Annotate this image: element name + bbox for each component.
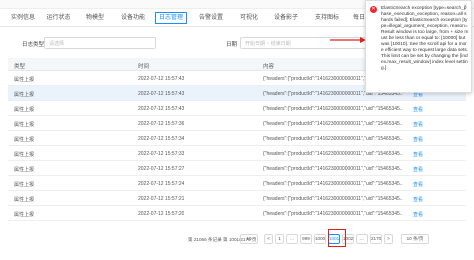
header-type: 类型 xyxy=(14,64,26,70)
tab-1[interactable]: 运行状态 xyxy=(42,9,75,27)
row-content: {"headers":{"productId":"141623000000001… xyxy=(263,106,403,112)
error-message: ElasticSearch exception [type=search_pha… xyxy=(381,6,469,71)
row-time: 2022-07-12 15:57:27 xyxy=(138,166,185,172)
view-link[interactable]: 查看 xyxy=(413,196,423,203)
view-link[interactable]: 查看 xyxy=(413,136,423,143)
table-row: 属性上报 2022-07-12 15:57:33 {"headers":{"prod… xyxy=(8,146,466,161)
row-time: 2022-07-12 15:57:43 xyxy=(138,106,185,112)
row-time: 2022-07-12 15:57:24 xyxy=(138,181,185,187)
row-content: {"headers":{"productId":"141623000000001… xyxy=(263,166,403,172)
tab-4[interactable]: 日志管理 xyxy=(155,12,187,24)
view-link[interactable]: 查看 xyxy=(413,121,423,128)
tab-8[interactable]: 支持图标 xyxy=(309,9,345,27)
table-row: 属性上报 2022-07-12 15:57:34 {"headers":{"prod… xyxy=(8,131,466,146)
log-type-label: 日志类型 xyxy=(22,42,45,48)
view-link[interactable]: 查看 xyxy=(413,106,423,113)
tab-2[interactable]: 物模型 xyxy=(79,9,111,27)
table-body: 属性上报 2022-07-12 15:57:43 {"headers":{"prod… xyxy=(8,71,466,221)
row-time: 2022-07-12 15:57:43 xyxy=(138,91,185,97)
tab-5[interactable]: 告警设置 xyxy=(191,9,231,27)
page-button[interactable]: ... xyxy=(286,234,298,244)
row-content: {"headers":{"productId":"141623000000001… xyxy=(263,136,403,142)
row-type: 属性上报 xyxy=(14,212,35,218)
table-row: 属性上报 2022-07-12 15:57:20 {"headers":{"prod… xyxy=(8,206,466,221)
row-time: 2022-07-12 15:57:21 xyxy=(138,196,185,202)
row-time: 2022-07-12 15:57:34 xyxy=(138,136,185,142)
table-row: 属性上报 2022-07-12 15:57:36 {"headers":{"prod… xyxy=(8,116,466,131)
table-row: 属性上报 2022-07-12 15:57:24 {"headers":{"prod… xyxy=(8,176,466,191)
tab-7[interactable]: 设备影子 xyxy=(267,9,305,27)
row-type: 属性上报 xyxy=(14,122,35,128)
date-label: 日期 xyxy=(226,42,238,48)
row-time: 2022-07-12 15:57:36 xyxy=(138,121,185,127)
error-notification: ✕ × ElasticSearch exception [type=search… xyxy=(365,0,472,93)
row-content: {"headers":{"productId":"141623000000001… xyxy=(263,196,403,202)
log-type-placeholder: 请选择 xyxy=(49,41,65,47)
header-time: 时间 xyxy=(138,64,150,70)
view-link[interactable]: 查看 xyxy=(413,181,423,188)
table-row: 属性上报 2022-07-12 15:57:27 {"headers":{"prod… xyxy=(8,161,466,176)
highlight-box xyxy=(328,229,346,247)
view-link[interactable]: 查看 xyxy=(413,151,423,158)
tab-0[interactable]: 实例信息 xyxy=(8,9,38,27)
row-time: 2022-07-12 15:57:43 xyxy=(138,76,185,82)
log-type-select[interactable]: 请选择 xyxy=(44,37,156,49)
row-type: 属性上报 xyxy=(14,167,35,173)
view-link[interactable]: 查看 xyxy=(413,166,423,173)
row-type: 属性上报 xyxy=(14,77,35,83)
page-button[interactable]: > xyxy=(384,234,393,244)
row-content: {"headers":{"productId":"141623000000001… xyxy=(263,151,403,157)
row-time: 2022-07-12 15:57:33 xyxy=(138,151,185,157)
date-range-placeholder: 开始日期 ~ 结束日期 xyxy=(245,41,291,47)
page-size-option[interactable]: 10 条/页 xyxy=(401,234,429,244)
annotation-arrow xyxy=(330,37,366,43)
view-link[interactable]: 查看 xyxy=(413,211,423,218)
table-row: 属性上报 2022-07-12 15:57:43 {"headers":{"prod… xyxy=(8,101,466,116)
row-type: 属性上报 xyxy=(14,197,35,203)
row-type: 属性上报 xyxy=(14,107,35,113)
tab-6[interactable]: 可视化 xyxy=(235,9,263,27)
page-button[interactable]: 1 xyxy=(275,234,284,244)
row-type: 属性上报 xyxy=(14,137,35,143)
row-time: 2022-07-12 15:57:20 xyxy=(138,211,185,217)
page-size-select[interactable]: 10 xyxy=(240,234,258,244)
header-content: 内容 xyxy=(263,64,275,70)
device-detail-page: 实例信息运行状态物模型设备功能日志管理告警设置可视化设备影子支持图标每日增加持量… xyxy=(0,0,474,260)
page-button[interactable]: ... xyxy=(356,234,368,244)
row-type: 属性上报 xyxy=(14,152,35,158)
page-button[interactable]: < xyxy=(264,234,273,244)
page-button[interactable]: 2170 xyxy=(370,234,382,244)
row-type: 属性上报 xyxy=(14,92,35,98)
page-button[interactable]: 999 xyxy=(300,234,312,244)
row-content: {"headers":{"productId":"141623000000001… xyxy=(263,181,403,187)
page-button[interactable]: 1000 xyxy=(314,234,326,244)
row-content: {"headers":{"productId":"141623000000001… xyxy=(263,121,403,127)
table-row: 属性上报 2022-07-12 15:57:21 {"headers":{"prod… xyxy=(8,191,466,206)
tab-3[interactable]: 设备功能 xyxy=(115,9,151,27)
row-type: 属性上报 xyxy=(14,182,35,188)
row-content: {"headers":{"productId":"141623000000001… xyxy=(263,211,403,217)
error-icon: ✕ xyxy=(370,6,377,13)
